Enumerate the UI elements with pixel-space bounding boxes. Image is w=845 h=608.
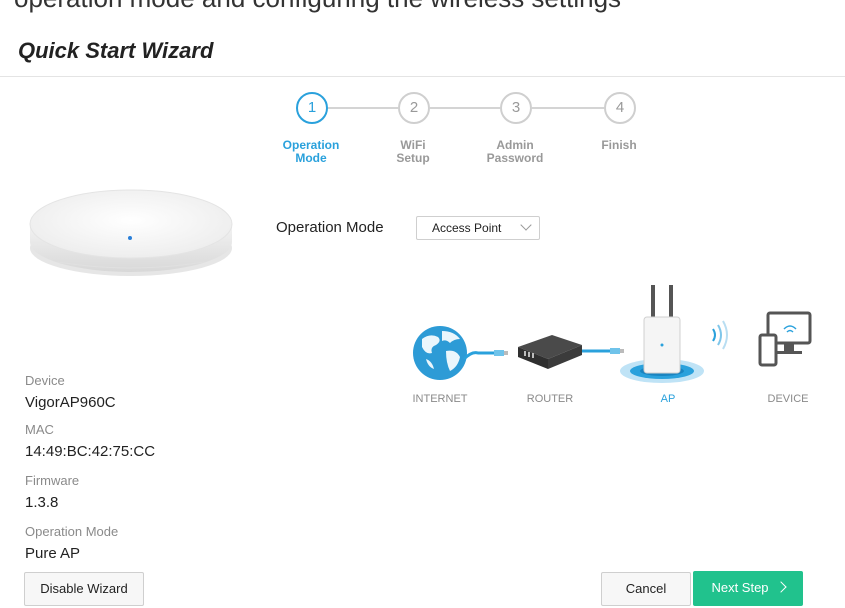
step-4-indicator: 4 xyxy=(604,92,636,124)
step-4-label: Finish xyxy=(574,139,664,152)
device-label: Device xyxy=(25,373,65,388)
operation-mode-label: Operation Mode xyxy=(276,219,384,236)
clipped-header-label: operation mode and configuring the wirel… xyxy=(14,0,621,14)
next-step-label: Next Step xyxy=(711,580,769,595)
firmware-value: 1.3.8 xyxy=(25,494,59,511)
router-label: ROUTER xyxy=(526,393,574,405)
ethernet-cable-icon xyxy=(462,350,508,361)
operation-mode-info-label: Operation Mode xyxy=(25,524,119,539)
clipped-header-text: operation mode and configuring the wirel… xyxy=(0,0,845,14)
disable-wizard-button[interactable]: Disable Wizard xyxy=(24,572,144,606)
next-step-button[interactable]: Next Step xyxy=(693,571,803,606)
mac-label: MAC xyxy=(25,422,54,437)
device-value: VigorAP960C xyxy=(25,394,116,411)
internet-label: INTERNET xyxy=(412,393,468,405)
device-label-diagram: DEVICE xyxy=(767,393,809,405)
access-point-device-image xyxy=(29,189,233,276)
step-4-label-line1: Finish xyxy=(601,138,637,152)
access-point-icon xyxy=(620,285,704,383)
chevron-right-icon xyxy=(774,581,787,593)
step-3-indicator: 3 xyxy=(500,92,532,124)
step-2-label-line2: Setup xyxy=(396,151,430,165)
step-3-label: Admin Password xyxy=(470,139,560,165)
step-2-label: WiFi Setup xyxy=(368,139,458,165)
step-connector xyxy=(328,107,398,109)
topology-graphics xyxy=(413,285,812,383)
operation-mode-selected-value: Access Point xyxy=(432,221,502,235)
chevron-down-icon xyxy=(520,219,532,231)
operation-mode-select[interactable]: Access Point xyxy=(416,216,540,240)
wizard-title: Quick Start Wizard xyxy=(18,38,214,63)
ethernet-cable-icon xyxy=(582,348,624,354)
step-3-label-line2: Password xyxy=(486,151,544,165)
wifi-waves-icon xyxy=(712,320,728,350)
title-divider xyxy=(0,76,845,77)
topology-diagram: INTERNET ROUTER AP DEVICE xyxy=(400,285,820,415)
firmware-label: Firmware xyxy=(25,473,80,488)
cancel-button[interactable]: Cancel xyxy=(601,572,691,606)
step-connector xyxy=(532,107,604,109)
devices-icon xyxy=(758,311,812,367)
ap-label: AP xyxy=(660,393,676,405)
step-2-indicator: 2 xyxy=(398,92,430,124)
step-1-indicator: 1 xyxy=(296,92,328,124)
router-icon xyxy=(518,335,582,369)
step-connector xyxy=(430,107,500,109)
operation-mode-info-value: Pure AP xyxy=(25,545,81,562)
globe-icon xyxy=(413,326,467,380)
step-1-label: Operation Mode xyxy=(266,139,356,165)
mac-value: 14:49:BC:42:75:CC xyxy=(25,443,156,460)
step-1-label-line2: Mode xyxy=(295,151,327,165)
